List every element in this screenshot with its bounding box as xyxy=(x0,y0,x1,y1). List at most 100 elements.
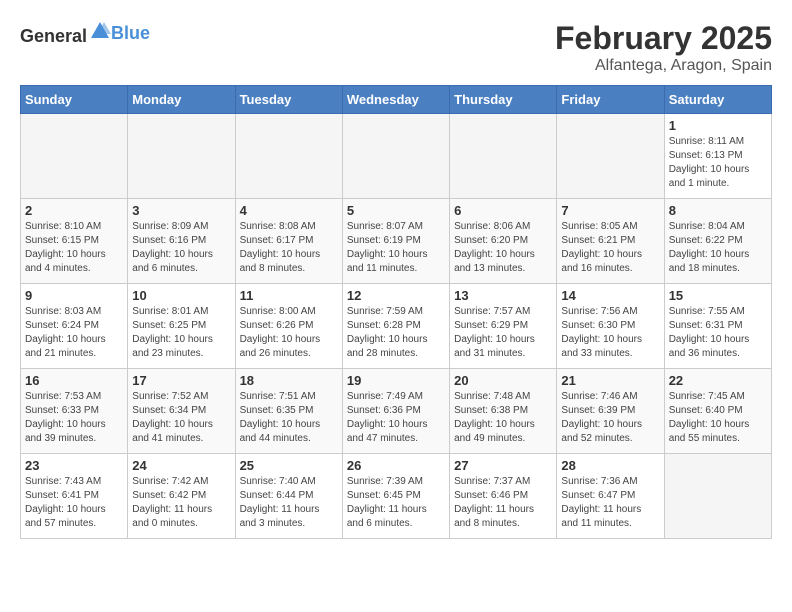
calendar-cell: 5 Sunrise: 8:07 AM Sunset: 6:19 PM Daylig… xyxy=(342,199,449,284)
title-block: February 2025 Alfantega, Aragon, Spain xyxy=(555,20,772,75)
day-number: 23 xyxy=(25,458,123,473)
calendar-cell: 20Sunrise: 7:48 AM Sunset: 6:38 PM Dayli… xyxy=(450,369,557,454)
header-wednesday: Wednesday xyxy=(342,86,449,114)
calendar-title: February 2025 xyxy=(555,20,772,57)
calendar-cell xyxy=(128,114,235,199)
header-sunday: Sunday xyxy=(21,86,128,114)
calendar-week-4: 23 Sunrise: 7:43 AM Sunset: 6:41 PM Dayli… xyxy=(21,454,772,539)
calendar-cell: 24Sunrise: 7:42 AM Sunset: 6:42 PM Dayli… xyxy=(128,454,235,539)
calendar-cell: 27 Sunrise: 7:37 AM Sunset: 6:46 PM Dayli… xyxy=(450,454,557,539)
day-info: Sunrise: 7:52 AM Sunset: 6:34 PM Dayligh… xyxy=(132,390,230,446)
header-row: Sunday Monday Tuesday Wednesday Thursday… xyxy=(21,86,772,114)
calendar-cell: 23 Sunrise: 7:43 AM Sunset: 6:41 PM Dayli… xyxy=(21,454,128,539)
day-number: 7 xyxy=(561,203,659,218)
calendar-subtitle: Alfantega, Aragon, Spain xyxy=(555,57,772,75)
day-number: 17 xyxy=(132,373,230,388)
day-number: 24 xyxy=(132,458,230,473)
calendar-cell: 4Sunrise: 8:08 AM Sunset: 6:17 PM Daylig… xyxy=(235,199,342,284)
day-info: Sunrise: 7:57 AM Sunset: 6:29 PM Dayligh… xyxy=(454,305,552,361)
calendar-cell: 6 Sunrise: 8:06 AM Sunset: 6:20 PM Daylig… xyxy=(450,199,557,284)
calendar-week-1: 2Sunrise: 8:10 AM Sunset: 6:15 PM Daylig… xyxy=(21,199,772,284)
day-info: Sunrise: 7:48 AM Sunset: 6:38 PM Dayligh… xyxy=(454,390,552,446)
calendar-cell: 18 Sunrise: 7:51 AM Sunset: 6:35 PM Dayli… xyxy=(235,369,342,454)
calendar-week-0: 1 Sunrise: 8:11 AM Sunset: 6:13 PM Daylig… xyxy=(21,114,772,199)
calendar-cell: 3 Sunrise: 8:09 AM Sunset: 6:16 PM Daylig… xyxy=(128,199,235,284)
day-number: 15 xyxy=(669,288,767,303)
day-info: Sunrise: 8:11 AM Sunset: 6:13 PM Dayligh… xyxy=(669,135,767,191)
day-info: Sunrise: 7:56 AM Sunset: 6:30 PM Dayligh… xyxy=(561,305,659,361)
calendar-cell: 21Sunrise: 7:46 AM Sunset: 6:39 PM Dayli… xyxy=(557,369,664,454)
calendar-week-3: 16Sunrise: 7:53 AM Sunset: 6:33 PM Dayli… xyxy=(21,369,772,454)
calendar-cell: 14Sunrise: 7:56 AM Sunset: 6:30 PM Dayli… xyxy=(557,284,664,369)
day-number: 27 xyxy=(454,458,552,473)
day-number: 25 xyxy=(240,458,338,473)
calendar-cell xyxy=(557,114,664,199)
day-number: 8 xyxy=(669,203,767,218)
header-saturday: Saturday xyxy=(664,86,771,114)
day-number: 11 xyxy=(240,288,338,303)
day-info: Sunrise: 8:08 AM Sunset: 6:17 PM Dayligh… xyxy=(240,220,338,276)
day-number: 3 xyxy=(132,203,230,218)
calendar-cell: 2Sunrise: 8:10 AM Sunset: 6:15 PM Daylig… xyxy=(21,199,128,284)
calendar-cell: 10 Sunrise: 8:01 AM Sunset: 6:25 PM Dayli… xyxy=(128,284,235,369)
day-info: Sunrise: 7:53 AM Sunset: 6:33 PM Dayligh… xyxy=(25,390,123,446)
header-tuesday: Tuesday xyxy=(235,86,342,114)
calendar-cell: 17 Sunrise: 7:52 AM Sunset: 6:34 PM Dayli… xyxy=(128,369,235,454)
calendar-body: 1 Sunrise: 8:11 AM Sunset: 6:13 PM Daylig… xyxy=(21,114,772,539)
day-info: Sunrise: 7:43 AM Sunset: 6:41 PM Dayligh… xyxy=(25,475,123,531)
day-number: 28 xyxy=(561,458,659,473)
day-info: Sunrise: 8:09 AM Sunset: 6:16 PM Dayligh… xyxy=(132,220,230,276)
day-info: Sunrise: 7:59 AM Sunset: 6:28 PM Dayligh… xyxy=(347,305,445,361)
day-number: 5 xyxy=(347,203,445,218)
calendar-header: Sunday Monday Tuesday Wednesday Thursday… xyxy=(21,86,772,114)
day-number: 6 xyxy=(454,203,552,218)
day-info: Sunrise: 8:00 AM Sunset: 6:26 PM Dayligh… xyxy=(240,305,338,361)
calendar-cell xyxy=(342,114,449,199)
calendar-cell: 26 Sunrise: 7:39 AM Sunset: 6:45 PM Dayli… xyxy=(342,454,449,539)
day-number: 10 xyxy=(132,288,230,303)
day-number: 18 xyxy=(240,373,338,388)
day-info: Sunrise: 8:04 AM Sunset: 6:22 PM Dayligh… xyxy=(669,220,767,276)
calendar-cell: 28 Sunrise: 7:36 AM Sunset: 6:47 PM Dayli… xyxy=(557,454,664,539)
calendar-cell: 9Sunrise: 8:03 AM Sunset: 6:24 PM Daylig… xyxy=(21,284,128,369)
day-info: Sunrise: 7:37 AM Sunset: 6:46 PM Dayligh… xyxy=(454,475,552,531)
day-info: Sunrise: 7:45 AM Sunset: 6:40 PM Dayligh… xyxy=(669,390,767,446)
calendar-cell: 11 Sunrise: 8:00 AM Sunset: 6:26 PM Dayli… xyxy=(235,284,342,369)
calendar-cell: 16Sunrise: 7:53 AM Sunset: 6:33 PM Dayli… xyxy=(21,369,128,454)
day-number: 19 xyxy=(347,373,445,388)
calendar-cell xyxy=(21,114,128,199)
day-info: Sunrise: 8:06 AM Sunset: 6:20 PM Dayligh… xyxy=(454,220,552,276)
day-number: 26 xyxy=(347,458,445,473)
header-thursday: Thursday xyxy=(450,86,557,114)
calendar-cell: 7 Sunrise: 8:05 AM Sunset: 6:21 PM Daylig… xyxy=(557,199,664,284)
calendar-cell xyxy=(664,454,771,539)
day-number: 13 xyxy=(454,288,552,303)
logo-blue: Blue xyxy=(111,23,150,44)
calendar-week-2: 9Sunrise: 8:03 AM Sunset: 6:24 PM Daylig… xyxy=(21,284,772,369)
calendar-cell: 15 Sunrise: 7:55 AM Sunset: 6:31 PM Dayli… xyxy=(664,284,771,369)
day-info: Sunrise: 7:40 AM Sunset: 6:44 PM Dayligh… xyxy=(240,475,338,531)
day-info: Sunrise: 7:49 AM Sunset: 6:36 PM Dayligh… xyxy=(347,390,445,446)
day-info: Sunrise: 8:01 AM Sunset: 6:25 PM Dayligh… xyxy=(132,305,230,361)
day-info: Sunrise: 8:10 AM Sunset: 6:15 PM Dayligh… xyxy=(25,220,123,276)
day-info: Sunrise: 8:07 AM Sunset: 6:19 PM Dayligh… xyxy=(347,220,445,276)
day-info: Sunrise: 7:46 AM Sunset: 6:39 PM Dayligh… xyxy=(561,390,659,446)
logo-icon xyxy=(89,20,111,42)
day-info: Sunrise: 7:36 AM Sunset: 6:47 PM Dayligh… xyxy=(561,475,659,531)
day-info: Sunrise: 7:39 AM Sunset: 6:45 PM Dayligh… xyxy=(347,475,445,531)
logo: General Blue xyxy=(20,20,150,47)
day-number: 9 xyxy=(25,288,123,303)
calendar-cell: 25 Sunrise: 7:40 AM Sunset: 6:44 PM Dayli… xyxy=(235,454,342,539)
calendar-cell xyxy=(450,114,557,199)
day-info: Sunrise: 7:51 AM Sunset: 6:35 PM Dayligh… xyxy=(240,390,338,446)
header-friday: Friday xyxy=(557,86,664,114)
calendar-cell: 22 Sunrise: 7:45 AM Sunset: 6:40 PM Dayli… xyxy=(664,369,771,454)
day-number: 22 xyxy=(669,373,767,388)
day-number: 1 xyxy=(669,118,767,133)
day-info: Sunrise: 7:55 AM Sunset: 6:31 PM Dayligh… xyxy=(669,305,767,361)
day-info: Sunrise: 8:05 AM Sunset: 6:21 PM Dayligh… xyxy=(561,220,659,276)
header-monday: Monday xyxy=(128,86,235,114)
calendar-table: Sunday Monday Tuesday Wednesday Thursday… xyxy=(20,85,772,539)
calendar-cell xyxy=(235,114,342,199)
calendar-cell: 19 Sunrise: 7:49 AM Sunset: 6:36 PM Dayli… xyxy=(342,369,449,454)
